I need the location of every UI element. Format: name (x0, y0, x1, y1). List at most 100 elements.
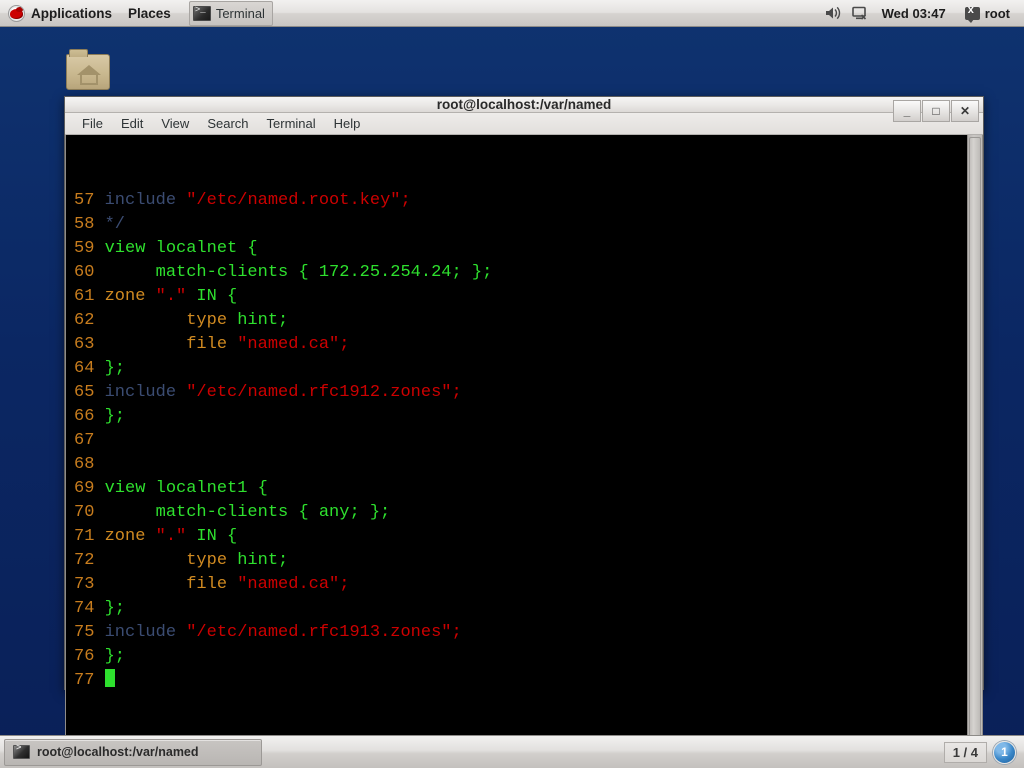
editor-line: 75 include "/etc/named.rfc1913.zones"; (74, 621, 967, 645)
workspace-current-badge[interactable]: 1 (993, 740, 1016, 764)
code-token: hint; (237, 551, 289, 570)
menu-file[interactable]: File (73, 113, 112, 134)
menu-edit[interactable]: Edit (112, 113, 152, 134)
applications-menu[interactable]: Applications (0, 0, 120, 26)
terminal-icon (13, 743, 30, 759)
editor-line: 76 }; (74, 645, 967, 669)
user-menu[interactable]: root (959, 4, 1016, 23)
menu-terminal[interactable]: Terminal (258, 113, 325, 134)
desktop: Applications Places Terminal (0, 0, 1024, 768)
editor-line: 64 }; (74, 357, 967, 381)
top-panel: Applications Places Terminal (0, 0, 1024, 27)
task-button-label: root@localhost:/var/named (37, 745, 199, 759)
minimize-button[interactable]: _ (893, 100, 921, 122)
code-token: }; (104, 647, 126, 666)
places-menu-label: Places (128, 5, 171, 21)
places-menu[interactable]: Places (120, 0, 179, 26)
line-number: 57 (74, 191, 105, 210)
editor-line: 63 file "named.ca"; (74, 333, 967, 357)
terminal-icon (192, 5, 211, 21)
editor-line: 70 match-clients { any; }; (74, 501, 967, 525)
window-title: root@localhost:/var/named (436, 97, 612, 112)
editor-line: 57 include "/etc/named.root.key"; (74, 189, 967, 213)
code-token: */ (104, 215, 126, 234)
editor-line: 69 view localnet1 { (74, 477, 967, 501)
line-number: 68 (74, 455, 105, 474)
scrollbar-thumb[interactable] (969, 137, 981, 742)
window-titlebar[interactable]: root@localhost:/var/named _ □ ✕ (65, 97, 983, 122)
terminal-window[interactable]: root@localhost:/var/named _ □ ✕ File Edi… (64, 96, 984, 766)
terminal-screen[interactable]: 57 include "/etc/named.root.key"; 58 */ 59… (66, 135, 967, 765)
menu-view[interactable]: View (152, 113, 198, 134)
line-number: 67 (74, 431, 105, 450)
message-error-icon (964, 4, 980, 23)
maximize-button[interactable]: □ (922, 100, 950, 122)
folder-shape (66, 49, 110, 90)
line-number: 62 (74, 311, 105, 330)
editor-line: 61 zone "." IN { (74, 285, 967, 309)
clock[interactable]: Wed 03:47 (878, 6, 950, 21)
code-token: view localnet1 { (104, 479, 268, 498)
editor-line: 72 type hint; (74, 549, 967, 573)
code-token: "/etc/named.rfc1912.zones"; (186, 383, 462, 402)
code-token: "." (155, 287, 187, 306)
house-body-shape (80, 75, 98, 85)
workspace-switcher[interactable]: 1 / 4 1 (943, 740, 1024, 764)
code-token: zone (104, 527, 156, 546)
line-number: 66 (74, 407, 105, 426)
line-number: 74 (74, 599, 105, 618)
code-token: match-clients { any; }; (104, 503, 391, 522)
terminal-scrollbar[interactable] (967, 135, 982, 765)
code-token: "/etc/named.rfc1913.zones"; (186, 623, 462, 642)
code-token: "named.ca"; (237, 575, 350, 594)
code-token: "/etc/named.root.key"; (186, 191, 411, 210)
task-list: root@localhost:/var/named (0, 738, 944, 766)
line-number: 70 (74, 503, 105, 522)
menu-help[interactable]: Help (325, 113, 370, 134)
menubar: File Edit View Search Terminal Help (65, 113, 983, 135)
code-token: IN { (186, 287, 238, 306)
line-number: 58 (74, 215, 105, 234)
window-list-item-terminal[interactable]: Terminal (188, 0, 273, 26)
line-number: 65 (74, 383, 105, 402)
code-token: "." (155, 527, 187, 546)
code-token: }; (104, 599, 126, 618)
window-list-item-label: Terminal (215, 5, 265, 21)
network-disconnected-icon[interactable] (851, 4, 869, 22)
code-token: view localnet { (104, 239, 258, 258)
text-cursor (104, 669, 115, 687)
editor-line: 60 match-clients { 172.25.254.24; }; (74, 261, 967, 285)
code-token: include (104, 191, 187, 210)
code-token: }; (104, 359, 126, 378)
editor-line: 62 type hint; (74, 309, 967, 333)
line-number: 63 (74, 335, 105, 354)
volume-speaker-icon[interactable] (824, 4, 842, 22)
line-number: 60 (74, 263, 105, 282)
editor-line: 73 file "named.ca"; (74, 573, 967, 597)
line-number: 71 (74, 527, 105, 546)
line-number: 61 (74, 287, 105, 306)
task-button-terminal[interactable]: root@localhost:/var/named (4, 738, 262, 766)
close-button[interactable]: ✕ (951, 100, 979, 122)
system-tray: Wed 03:47 root (824, 4, 1024, 23)
menu-search[interactable]: Search (198, 113, 257, 134)
window-controls: _ □ ✕ (893, 100, 979, 122)
applications-menu-label: Applications (31, 5, 113, 21)
editor-buffer: 57 include "/etc/named.root.key"; 58 */ 59… (74, 189, 967, 693)
editor-line: 77 (74, 669, 967, 693)
code-token: file (104, 575, 238, 594)
line-number: 69 (74, 479, 105, 498)
code-token: IN { (186, 527, 238, 546)
code-token: type (104, 311, 238, 330)
line-number: 75 (74, 623, 105, 642)
editor-line: 65 include "/etc/named.rfc1912.zones"; (74, 381, 967, 405)
house-roof-shape (77, 65, 101, 75)
editor-line: 71 zone "." IN { (74, 525, 967, 549)
code-token: hint; (237, 311, 289, 330)
editor-line: 59 view localnet { (74, 237, 967, 261)
home-folder-icon[interactable] (66, 48, 110, 92)
line-number: 76 (74, 647, 105, 666)
code-token: }; (104, 407, 126, 426)
editor-line: 67 (74, 429, 967, 453)
workspace-count-label: 1 / 4 (943, 741, 987, 763)
